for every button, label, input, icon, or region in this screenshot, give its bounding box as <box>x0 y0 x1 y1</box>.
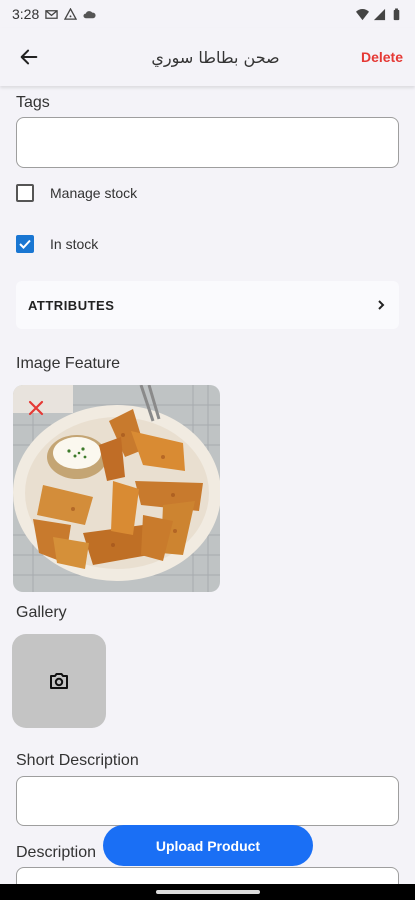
remove-image-icon[interactable] <box>27 399 45 417</box>
app-bar: صحن بطاطا سوري Delete <box>0 28 415 86</box>
in-stock-label: In stock <box>50 236 99 252</box>
gallery-label: Gallery <box>16 604 67 621</box>
attributes-label: ATTRIBUTES <box>28 297 115 313</box>
manage-stock-label: Manage stock <box>50 185 138 201</box>
short-description-label: Short Description <box>16 752 139 769</box>
arrow-back-icon <box>20 49 38 65</box>
navigation-bar <box>0 884 415 900</box>
short-description-input[interactable] <box>16 776 399 826</box>
feature-image <box>13 385 220 592</box>
tags-input[interactable] <box>16 117 399 168</box>
gmail-icon <box>45 9 58 19</box>
status-bar: 3:28 <box>0 0 415 28</box>
description-label: Description <box>16 844 97 861</box>
delete-button[interactable]: Delete <box>353 49 415 65</box>
camera-icon <box>50 673 68 689</box>
battery-icon <box>393 7 400 20</box>
image-feature-label: Image Feature <box>16 355 121 372</box>
page-title: صحن بطاطا سوري <box>151 47 280 67</box>
checkbox-box[interactable] <box>16 235 34 253</box>
tags-label: Tags <box>16 94 50 111</box>
chevron-right-icon <box>378 300 385 310</box>
home-handle[interactable] <box>155 890 260 894</box>
wifi-icon <box>356 8 369 20</box>
check-icon <box>19 239 31 249</box>
cloud-icon <box>83 10 96 18</box>
in-stock-checkbox[interactable]: In stock <box>16 235 98 253</box>
attributes-expander[interactable]: ATTRIBUTES <box>16 281 399 329</box>
upload-product-button[interactable]: Upload Product <box>103 825 313 866</box>
alert-icon <box>64 7 78 20</box>
add-gallery-image-button[interactable] <box>12 634 106 728</box>
signal-icon <box>373 8 386 20</box>
manage-stock-checkbox[interactable]: Manage stock <box>16 184 137 202</box>
back-button[interactable] <box>0 28 58 86</box>
status-time: 3:28 <box>12 6 40 22</box>
checkbox-box[interactable] <box>16 184 34 202</box>
